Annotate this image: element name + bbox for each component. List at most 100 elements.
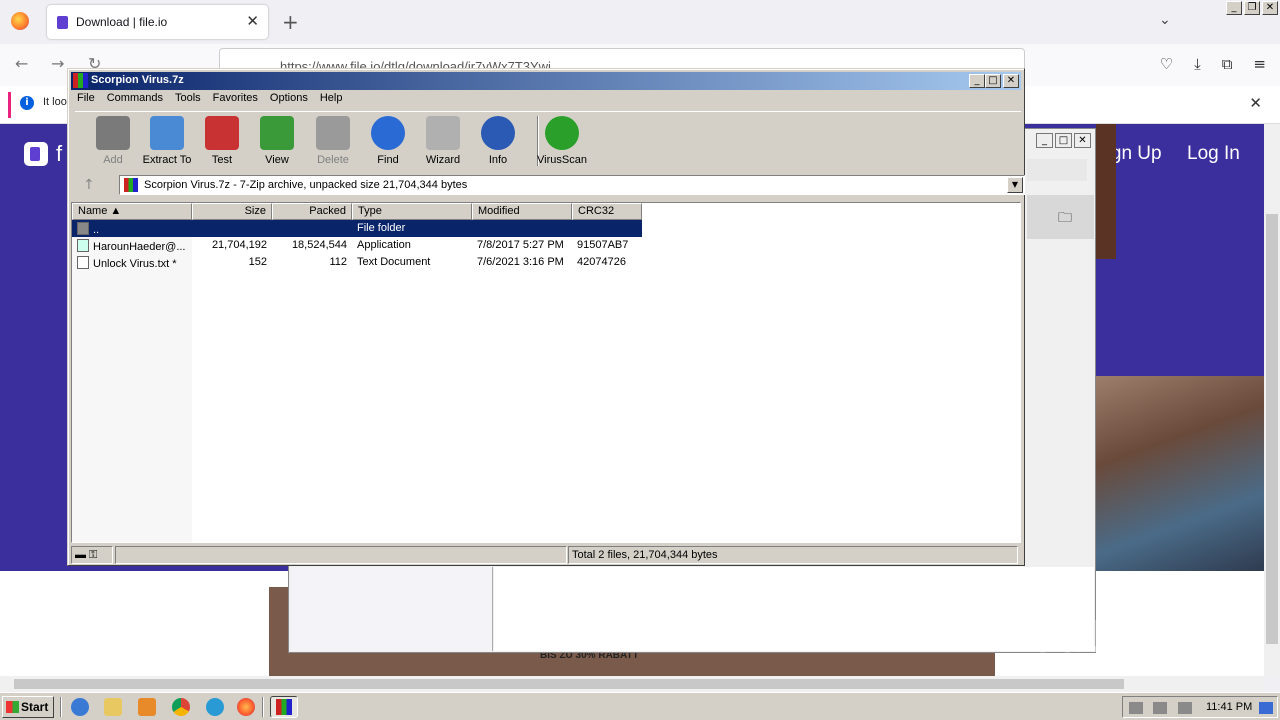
dialog-search-box[interactable] [1027,159,1087,181]
column-header-type[interactable]: Type [352,203,472,220]
path-dropdown-arrow-icon[interactable]: ▼ [1007,177,1023,193]
column-header-modified[interactable]: Modified [472,203,572,220]
menu-commands[interactable]: Commands [101,90,169,108]
info-circle-icon [481,116,515,150]
path-combobox[interactable]: Scorpion Virus.7z - 7-Zip archive, unpac… [119,175,1025,195]
up-folder-icon[interactable]: ↑ [83,177,95,193]
path-bar: ↑ Scorpion Virus.7z - 7-Zip archive, unp… [73,173,1025,197]
dialog-nav-pane [291,567,493,651]
archive-close-button[interactable]: ✕ [1003,74,1019,88]
cell-modified [472,220,572,237]
pocket-icon[interactable]: ♡ [1160,55,1173,73]
archive-title-bar[interactable]: Scorpion Virus.7z _ □ ✕ [71,72,1021,90]
start-button[interactable]: Start [2,696,54,718]
horizontal-scrollbar[interactable] [0,676,1264,692]
dialog-minimize-button[interactable]: _ [1036,133,1053,148]
status-drive-key-icon: ▬ ⚿ [71,546,113,564]
login-link[interactable]: Log In [1187,143,1240,165]
vertical-scrollbar[interactable] [1264,124,1280,676]
extensions-icon[interactable]: ⧉ [1222,55,1233,73]
tab-title: Download | file.io [76,15,168,29]
cell-size [192,220,272,237]
vertical-scroll-thumb[interactable] [1266,214,1278,644]
menu-favorites[interactable]: Favorites [207,90,264,108]
browser-toolbar-icons: ♡ ⤓ ⧉ ≡ [1160,55,1266,73]
table-row[interactable]: Unlock Virus.txt * 152 112 Text Document… [72,254,642,271]
firefox-logo-icon[interactable] [11,12,29,30]
cell-packed [272,220,352,237]
table-row[interactable]: HarounHaeder@... 21,704,192 18,524,544 A… [72,237,642,254]
firefox-taskbar-icon[interactable] [237,698,255,716]
wizard-button[interactable]: Wizard [413,116,473,166]
cell-size: 152 [248,256,267,268]
forward-arrow-icon[interactable]: → [51,54,64,73]
internet-explorer-icon[interactable] [71,698,89,716]
browser-tab[interactable]: Download | file.io ✕ [47,5,268,39]
menu-options[interactable]: Options [264,90,314,108]
test-button[interactable]: Test [192,116,252,166]
dialog-window-controls: _ □ ✕ [1036,133,1091,148]
browser-tab-bar: Download | file.io ✕ + ⌄ _ ❐ ✕ [0,0,1280,44]
dialog-maximize-button[interactable]: □ [1055,133,1072,148]
menu-tools[interactable]: Tools [169,90,207,108]
column-header-packed[interactable]: Packed [272,203,352,220]
menu-hamburger-icon[interactable]: ≡ [1253,55,1266,73]
minimize-button[interactable]: _ [1226,1,1242,15]
column-header-crc32[interactable]: CRC32 [572,203,642,220]
notification-close-icon[interactable]: ✕ [1249,94,1262,112]
file-explorer-icon[interactable] [104,698,122,716]
add-button[interactable]: Add [83,116,143,166]
column-header-size[interactable]: Size [192,203,272,220]
view-book-icon [260,116,294,150]
back-arrow-icon[interactable]: ← [15,54,28,73]
new-tab-icon[interactable]: + [282,10,299,34]
file-list[interactable]: Name ▲ Size Packed Type Modified CRC32 .… [71,202,1021,543]
edge-icon[interactable] [206,698,224,716]
cell-name: HarounHaeder@... [93,241,186,253]
view-button[interactable]: View [247,116,307,166]
action-center-flag-icon[interactable] [1178,702,1192,714]
archive-app-icon [73,73,88,88]
list-tabs-chevron-icon[interactable]: ⌄ [1159,12,1171,28]
find-button[interactable]: Find [358,116,418,166]
find-label: Find [377,154,399,166]
application-file-icon [77,239,89,252]
archive-maximize-button[interactable]: □ [985,74,1001,88]
chrome-icon[interactable] [172,698,190,716]
extract-to-button[interactable]: Extract To [137,116,197,166]
network-icon[interactable] [1153,702,1167,714]
dialog-close-button[interactable]: ✕ [1074,133,1091,148]
cell-modified: 7/6/2021 3:16 PM [477,256,564,268]
cell-name: Unlock Virus.txt * [93,258,177,270]
folder-icon[interactable]: 🗀 [1058,207,1072,231]
cell-crc32 [572,220,642,237]
downloads-icon[interactable]: ⤓ [1194,55,1201,73]
virusscan-button[interactable]: VirusScan [532,116,592,166]
cell-type: Text Document [357,256,431,268]
fileio-logo-icon[interactable] [24,142,48,166]
info-button[interactable]: Info [468,116,528,166]
clock[interactable]: 11:41 PM [1206,701,1252,713]
close-button[interactable]: ✕ [1262,1,1278,15]
column-header-name[interactable]: Name ▲ [72,203,192,220]
menu-help[interactable]: Help [314,90,349,108]
dialog-file-pane [494,567,1094,651]
horizontal-scroll-thumb[interactable] [14,679,1124,689]
table-row[interactable]: .. File folder [72,220,642,237]
notification-accent [8,92,11,118]
media-player-icon[interactable] [138,698,156,716]
anyrun-watermark: ANY RUN [1040,612,1247,663]
site-logo-text[interactable]: f [56,141,62,167]
browser-window-controls: _ ❐ ✕ [1226,1,1278,15]
status-left-pane [115,546,567,564]
winrar-taskbar-button[interactable] [270,696,298,718]
show-desktop-icon[interactable] [1259,702,1273,714]
archive-minimize-button[interactable]: _ [969,74,985,88]
volume-icon[interactable] [1129,702,1143,714]
restore-button[interactable]: ❐ [1244,1,1260,15]
cell-modified: 7/8/2017 5:27 PM [477,239,564,251]
delete-button[interactable]: Delete [303,116,363,166]
tab-close-icon[interactable]: ✕ [246,12,259,30]
menu-file[interactable]: File [71,90,101,108]
taskbar-separator [60,697,62,717]
